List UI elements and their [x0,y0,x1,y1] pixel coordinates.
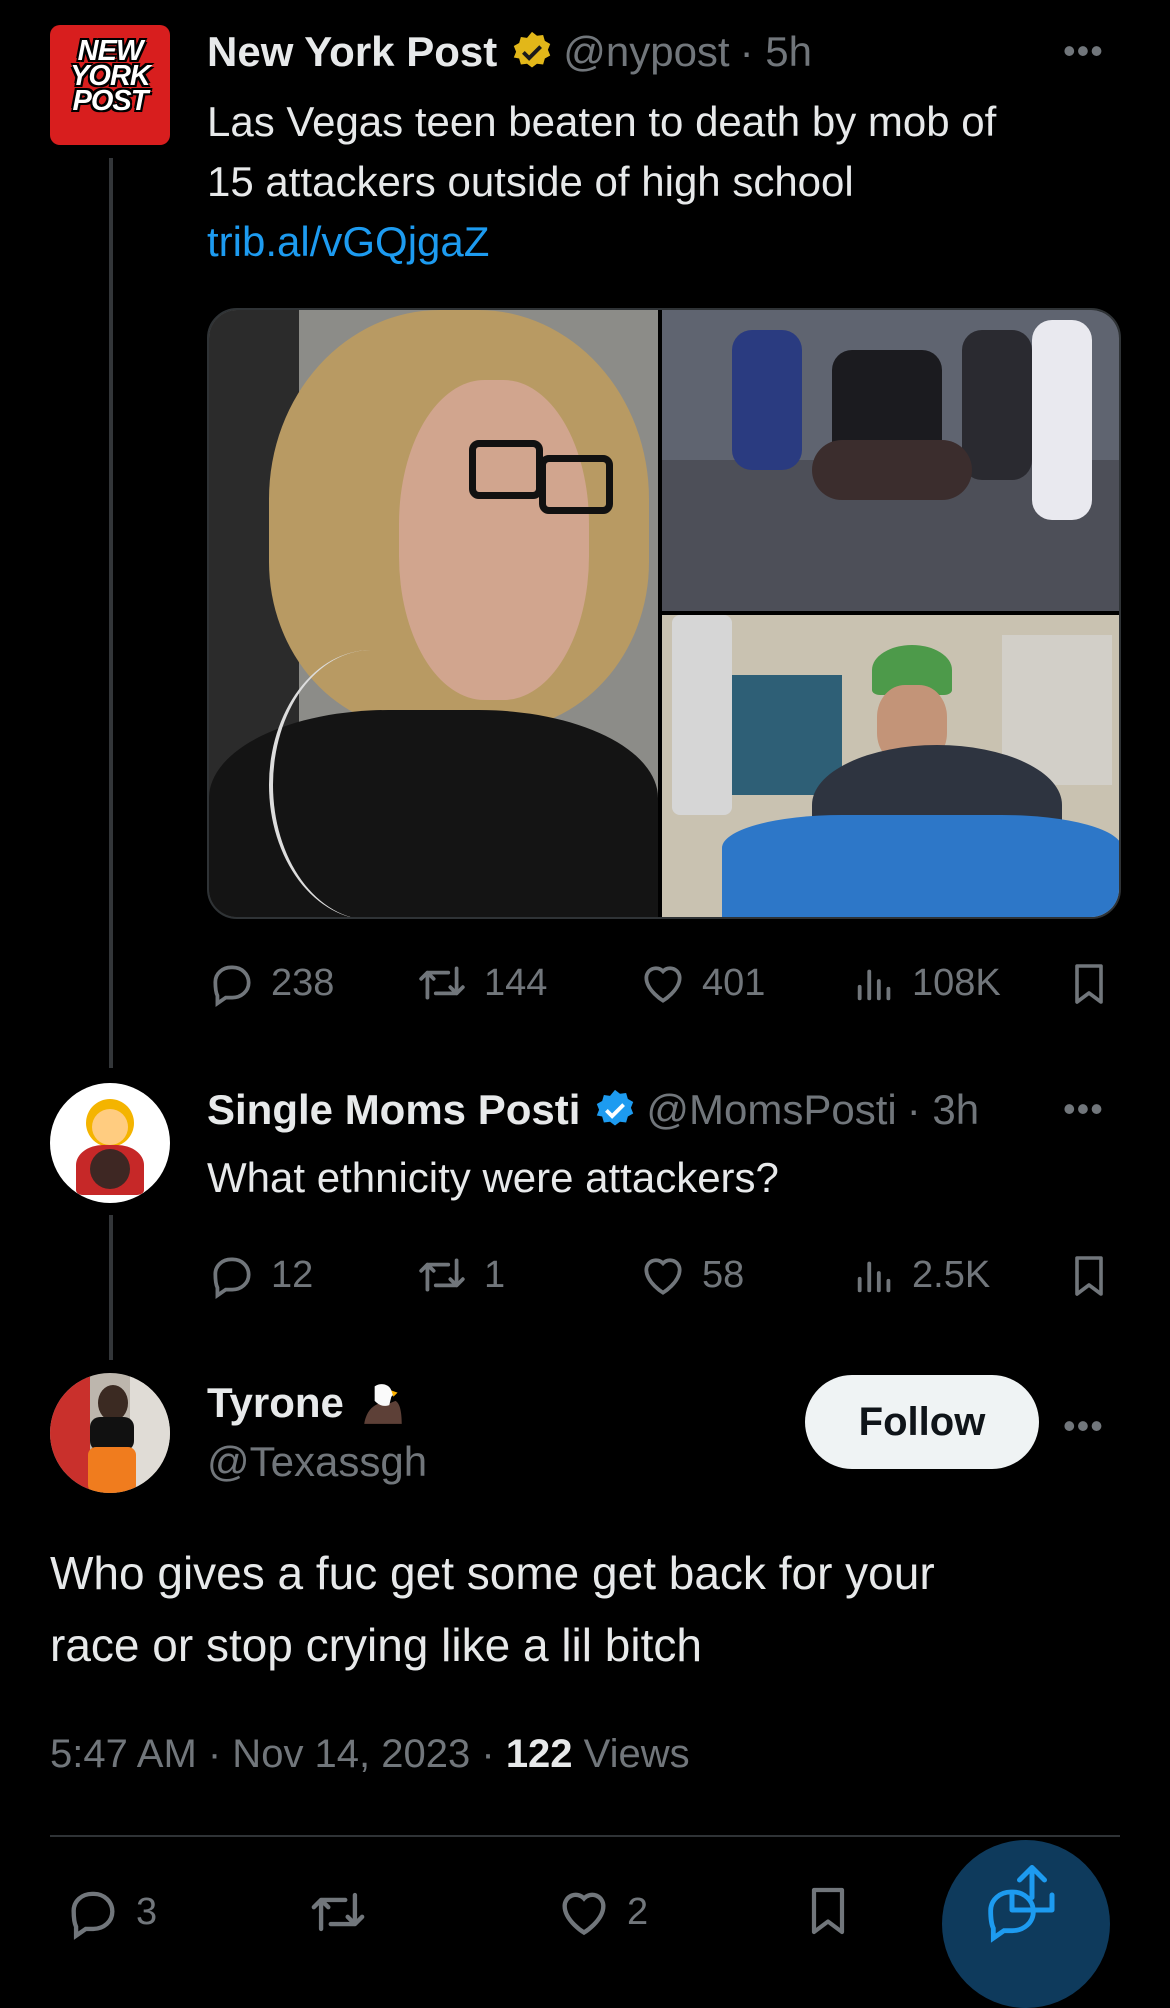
repost-button[interactable]: 1 [414,1250,505,1300]
like-count: 58 [702,1253,745,1296]
bookmark-icon [1075,1256,1103,1296]
nypost-logo-text: NEW YORK POST [70,35,151,117]
repost-icon [419,1258,465,1292]
views-icon [857,1261,891,1293]
tweet-text-line: 15 attackers outside of high school [207,158,854,205]
like-count: 401 [702,961,766,1004]
heart-icon [562,1892,606,1936]
bookmark-icon [1075,964,1103,1004]
like-count: 2 [627,1890,649,1933]
views-icon [857,969,891,1001]
reply-icon [213,1257,251,1300]
gold-verified-badge-icon [509,29,555,75]
bookmark-icon [811,1887,845,1935]
author-name[interactable]: New York Post [207,28,497,76]
repost-count: 1 [484,1253,506,1296]
photo-hospital[interactable] [662,615,1119,917]
reply-button[interactable]: 3 [64,1883,157,1941]
bookmark-button[interactable] [1065,958,1113,1010]
more-icon[interactable]: ••• [1063,1088,1104,1130]
reply-icon [213,965,251,1008]
reply-icon [71,1891,115,1940]
nypost-avatar[interactable]: NEW YORK POST [50,25,170,145]
views-label: Views [572,1732,690,1776]
tweet-timestamp[interactable]: 5:47 AM · Nov 14, 2023 · [50,1732,506,1776]
author-name[interactable]: Tyrone [207,1379,344,1427]
thread-line-2 [109,1215,113,1360]
author-handle[interactable]: @MomsPosti [646,1086,896,1134]
reply-count: 12 [271,1253,314,1296]
tweet-media-grid[interactable] [207,308,1121,919]
views-count: 108K [912,961,1001,1004]
eagle-emoji-icon [358,1378,408,1428]
author-handle[interactable]: @Texassgh [207,1438,427,1486]
tweet-text-line: Las Vegas teen beaten to death by mob of [207,98,997,145]
photo-teen[interactable] [209,310,658,917]
divider [50,1835,1120,1837]
tweet-text-line: Who gives a fuc get some get back for yo… [50,1547,935,1599]
views-count: 2.5K [912,1253,991,1296]
repost-icon [419,966,465,1000]
heart-icon [644,966,682,1003]
views-button[interactable]: 2.5K [852,1250,990,1300]
reply-button[interactable]: 12 [207,1250,313,1300]
reply-button[interactable]: 238 [207,958,334,1008]
repost-button[interactable]: 144 [414,958,547,1008]
more-icon[interactable]: ••• [1063,1405,1104,1447]
repost-icon [311,1892,365,1932]
tyrone-avatar[interactable] [50,1373,170,1493]
blue-verified-badge-icon [592,1087,638,1133]
tweet-time[interactable]: · 5h [740,28,812,76]
tweet-time[interactable]: · 3h [907,1086,979,1134]
tweet-link[interactable]: trib.al/vGQjgaZ [207,212,1107,272]
bookmark-button[interactable] [1065,1250,1113,1302]
compose-reply-fab[interactable] [942,1840,1110,2008]
tweet-text-line: race or stop crying like a lil bitch [50,1619,702,1671]
repost-count: 144 [484,961,548,1004]
reply-count: 238 [271,961,335,1004]
bookmark-button[interactable] [800,1881,856,1941]
like-button[interactable]: 401 [638,958,765,1008]
repost-button[interactable] [305,1883,371,1941]
like-button[interactable]: 2 [555,1883,648,1941]
reply-count: 3 [136,1890,158,1933]
author-name[interactable]: Single Moms Posti [207,1086,580,1134]
views-number: 122 [505,1732,573,1776]
thread-line-1 [109,158,113,1068]
like-button[interactable]: 58 [638,1250,744,1300]
photo-fight-video[interactable] [662,310,1119,611]
views-button[interactable]: 108K [852,958,1001,1008]
more-icon[interactable]: ••• [1063,30,1104,72]
moms-avatar[interactable] [50,1083,170,1203]
author-handle[interactable]: @nypost [563,28,729,76]
follow-button[interactable]: Follow [805,1375,1039,1469]
reply-icon [988,1889,1036,1943]
tweet-text: What ethnicity were attackers? [207,1154,779,1201]
heart-icon [644,1258,682,1295]
